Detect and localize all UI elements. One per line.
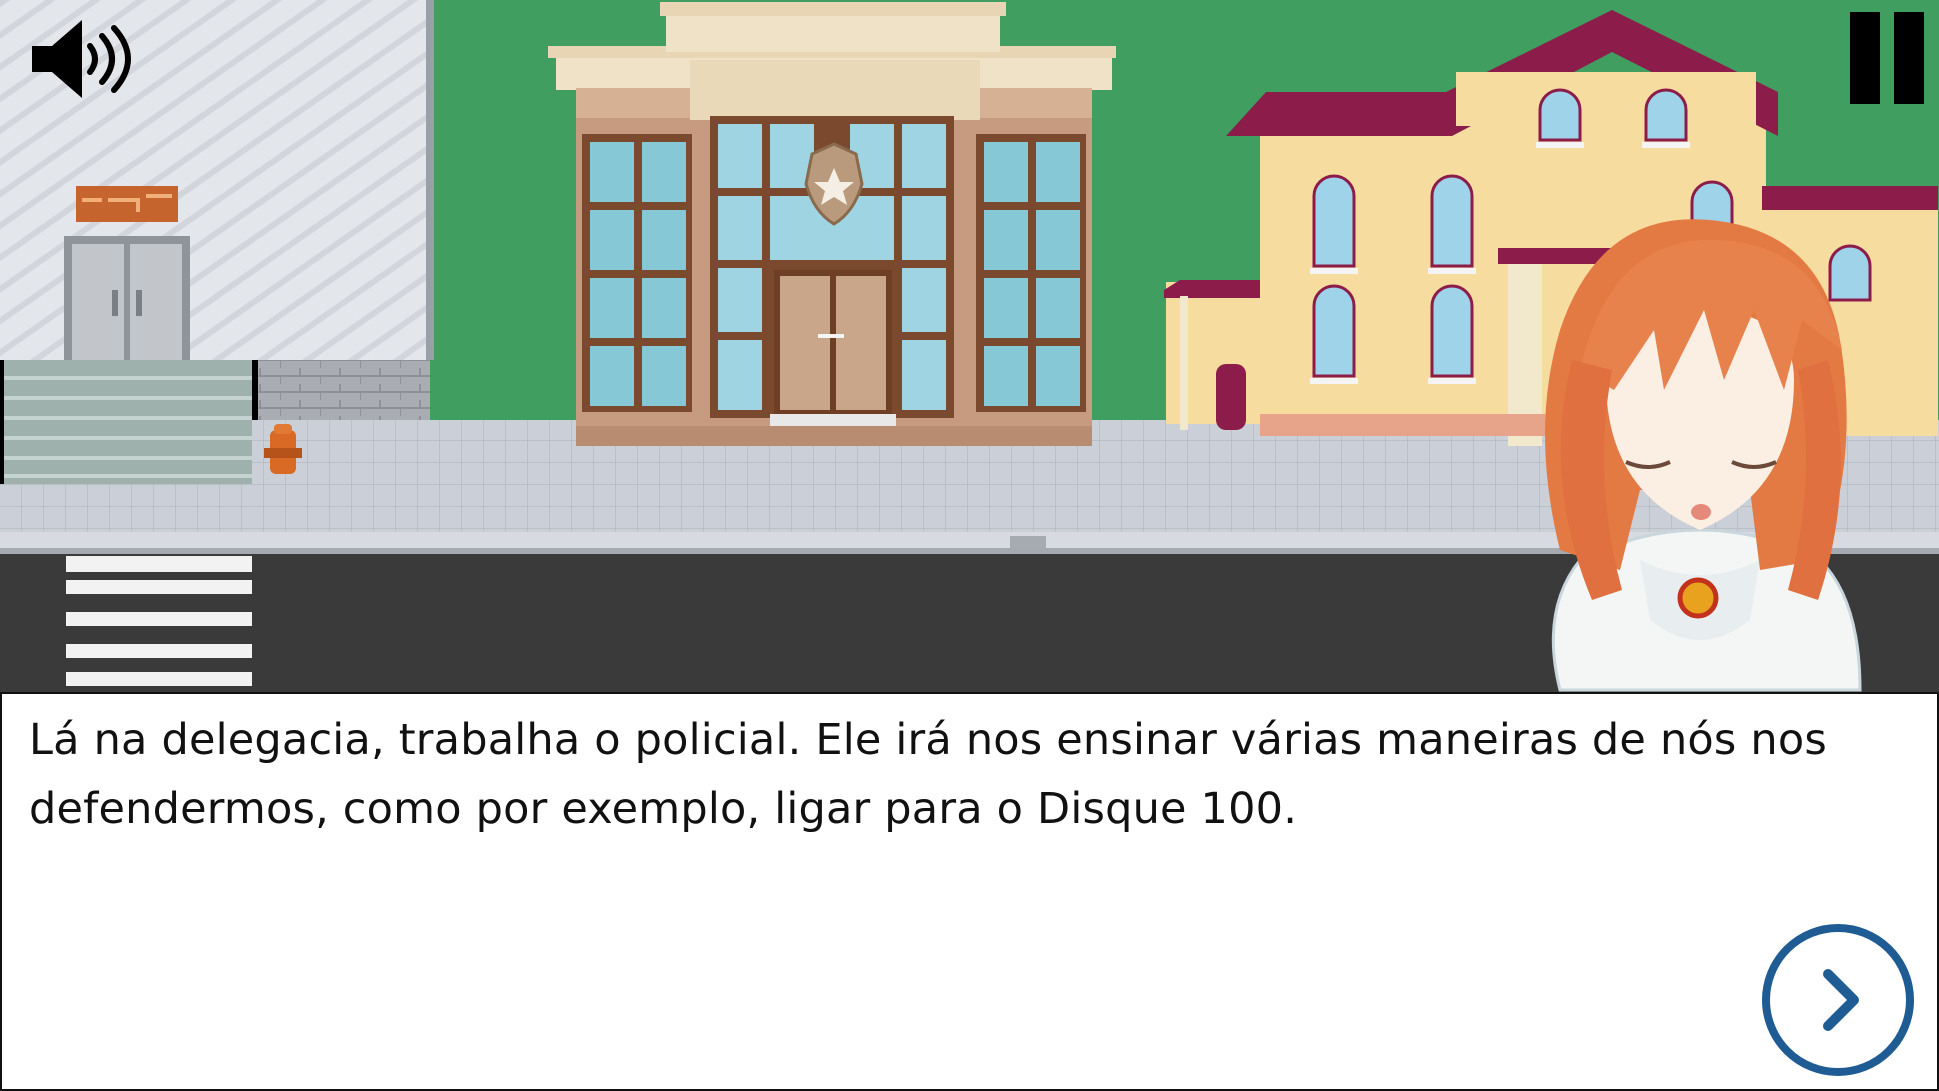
building-sign <box>76 186 178 222</box>
pause-icon <box>1850 12 1880 104</box>
chevron-right-icon <box>1823 969 1859 1031</box>
dialog-box: Lá na delegacia, trabalha o policial. El… <box>0 692 1939 1091</box>
game-scene: Lá na delegacia, trabalha o policial. El… <box>0 0 1939 1091</box>
sound-toggle-button[interactable] <box>28 14 138 104</box>
speaker-icon <box>32 20 131 98</box>
dialog-text: Lá na delegacia, trabalha o policial. El… <box>29 715 1827 834</box>
narrator-character <box>1545 219 1862 692</box>
pause-button[interactable] <box>1846 12 1926 104</box>
next-button[interactable] <box>1762 924 1914 1076</box>
police-station <box>548 2 1116 446</box>
